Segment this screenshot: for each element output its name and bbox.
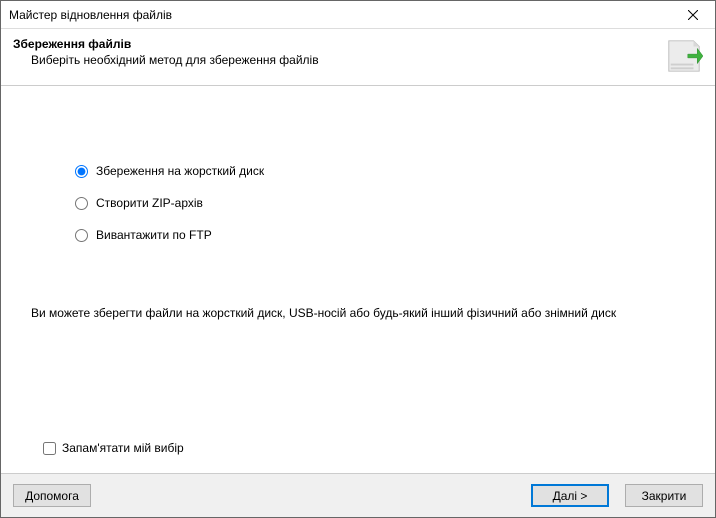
- option-save-ftp[interactable]: Вивантажити по FTP: [75, 228, 685, 242]
- option-save-ftp-label: Вивантажити по FTP: [96, 228, 212, 242]
- option-save-hdd[interactable]: Збереження на жорсткий диск: [75, 164, 685, 178]
- wizard-subtitle: Виберіть необхідний метод для збереження…: [13, 53, 665, 67]
- wizard-title: Збереження файлів: [13, 37, 665, 51]
- save-method-options: Збереження на жорсткий диск Створити ZIP…: [75, 164, 685, 260]
- window-close-button[interactable]: [671, 1, 715, 28]
- remember-choice-checkbox[interactable]: [43, 442, 56, 455]
- help-button[interactable]: Допомога: [13, 484, 91, 507]
- remember-choice-label: Запам'ятати мій вибір: [62, 441, 184, 455]
- close-icon: [688, 10, 698, 20]
- option-save-zip-radio[interactable]: [75, 197, 88, 210]
- wizard-header-text: Збереження файлів Виберіть необхідний ме…: [13, 37, 665, 67]
- option-save-zip[interactable]: Створити ZIP-архів: [75, 196, 685, 210]
- wizard-content: Збереження на жорсткий диск Створити ZIP…: [1, 85, 715, 474]
- wizard-header: Збереження файлів Виберіть необхідний ме…: [1, 29, 715, 85]
- next-button[interactable]: Далі >: [531, 484, 609, 507]
- option-save-ftp-radio[interactable]: [75, 229, 88, 242]
- remember-choice[interactable]: Запам'ятати мій вибір: [43, 441, 685, 455]
- window-title: Майстер відновлення файлів: [1, 8, 671, 22]
- option-save-hdd-label: Збереження на жорсткий диск: [96, 164, 264, 178]
- close-button[interactable]: Закрити: [625, 484, 703, 507]
- wizard-footer: Допомога Далі > Закрити: [1, 474, 715, 517]
- titlebar: Майстер відновлення файлів: [1, 1, 715, 29]
- option-description: Ви можете зберегти файли на жорсткий дис…: [31, 306, 685, 320]
- option-save-zip-label: Створити ZIP-архів: [96, 196, 203, 210]
- option-save-hdd-radio[interactable]: [75, 165, 88, 178]
- save-disk-icon: [665, 37, 703, 75]
